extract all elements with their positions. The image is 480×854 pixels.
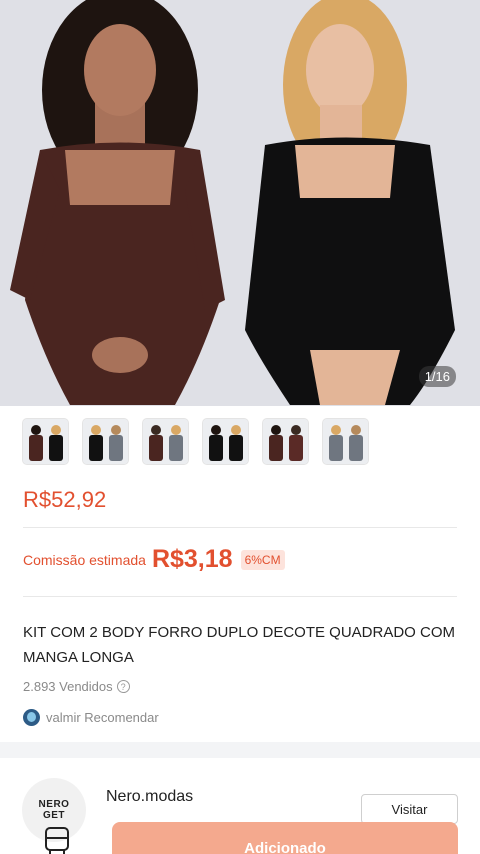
store-name[interactable]: Nero.modas xyxy=(106,788,193,806)
divider xyxy=(23,527,457,528)
divider xyxy=(23,596,457,597)
added-button[interactable]: Adicionado xyxy=(112,822,458,854)
recommend-row[interactable]: valmir Recomendar xyxy=(23,709,159,726)
image-counter: 1/16 xyxy=(418,366,456,387)
thumbnail-5[interactable] xyxy=(262,418,309,465)
store-logo-text-top: NERO xyxy=(38,799,70,810)
thumbnail-3[interactable] xyxy=(142,418,189,465)
commission-row: Comissão estimada R$3,18 6%CM xyxy=(23,545,285,574)
commission-label: Comissão estimada xyxy=(23,551,146,568)
sold-count-row: 2.893 Vendidos ? xyxy=(23,679,130,694)
recommend-text: valmir Recomendar xyxy=(46,710,159,725)
product-price: R$52,92 xyxy=(23,487,107,512)
thumbnail-2[interactable] xyxy=(82,418,129,465)
product-image[interactable]: 1/16 xyxy=(0,0,480,406)
thumbnail-6[interactable] xyxy=(322,418,369,465)
sold-count: 2.893 Vendidos xyxy=(23,679,113,694)
info-icon[interactable]: ? xyxy=(116,680,130,693)
thumbnail-strip xyxy=(22,418,369,465)
section-separator xyxy=(0,742,480,758)
avatar xyxy=(23,709,40,726)
commission-value: R$3,18 xyxy=(151,545,233,573)
product-photo xyxy=(0,0,480,406)
thumbnail-4[interactable] xyxy=(202,418,249,465)
product-title: KIT COM 2 BODY FORRO DUPLO DECOTE QUADRA… xyxy=(23,624,455,666)
commission-badge: 6%CM xyxy=(240,549,285,570)
store-icon[interactable] xyxy=(44,826,70,854)
bottom-action-bar: Adicionado xyxy=(0,814,480,854)
thumbnail-1[interactable] xyxy=(22,418,69,465)
